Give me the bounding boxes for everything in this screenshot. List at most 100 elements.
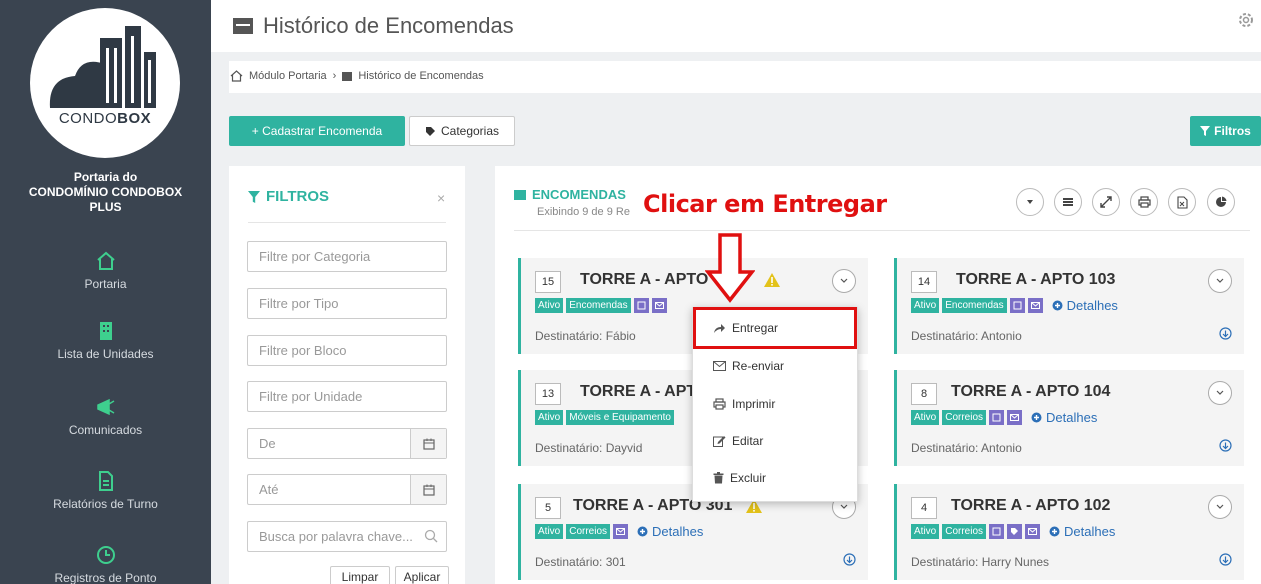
- plus-circle-icon: [1052, 300, 1063, 311]
- megaphone-icon: [96, 398, 114, 416]
- package-badges: Ativo Correios Detalhes: [535, 524, 703, 539]
- note-icon: [633, 298, 649, 313]
- sidebar-item-portaria[interactable]: Portaria: [0, 250, 211, 291]
- list-view-button[interactable]: [1054, 188, 1082, 216]
- archive-icon: [514, 189, 526, 200]
- package-badges: Ativo Encomendas Detalhes: [911, 298, 1118, 313]
- chart-button[interactable]: [1207, 188, 1235, 216]
- sidebar-item-registros-ponto[interactable]: Registros de Ponto: [0, 544, 211, 584]
- breadcrumb-historico[interactable]: Histórico de Encomendas: [358, 70, 483, 82]
- details-link[interactable]: Detalhes: [1052, 298, 1118, 313]
- card-options-button[interactable]: [832, 269, 856, 293]
- breadcrumb-modulo-portaria[interactable]: Módulo Portaria: [249, 70, 327, 82]
- menu-item-imprimir[interactable]: Imprimir: [713, 397, 775, 411]
- clear-filters-button[interactable]: Limpar: [330, 566, 390, 584]
- building-icon: [99, 322, 112, 340]
- breadcrumb-separator: ›: [332, 70, 337, 82]
- filters-button[interactable]: Filtros: [1190, 116, 1261, 146]
- apply-filters-button[interactable]: Aplicar: [395, 566, 449, 584]
- category-badge: Móveis e Equipamento: [566, 410, 674, 425]
- details-link[interactable]: Detalhes: [1049, 524, 1115, 539]
- package-recipient: Destinatário: Antonio: [911, 441, 1022, 455]
- category-badge: Encomendas: [566, 298, 631, 313]
- date-from-input[interactable]: De: [247, 428, 447, 459]
- categories-button[interactable]: Categorias: [409, 116, 515, 146]
- package-title: TORRE A - APTO 104: [951, 383, 1111, 400]
- condobox-logo[interactable]: CONDOBOX: [30, 8, 180, 158]
- expand-button[interactable]: [1092, 188, 1120, 216]
- add-package-button[interactable]: + Cadastrar Encomenda: [229, 116, 405, 146]
- sidebar-item-relatorios-turno[interactable]: Relatórios de Turno: [0, 470, 211, 511]
- menu-item-editar[interactable]: Editar: [713, 434, 763, 448]
- sidebar-item-lista-unidades[interactable]: Lista de Unidades: [0, 320, 211, 361]
- block-filter-input[interactable]: Filtre por Bloco: [247, 335, 447, 366]
- edit-icon: [713, 436, 726, 447]
- download-icon[interactable]: [1219, 327, 1232, 340]
- logo-buildings-icon: [49, 26, 156, 108]
- package-recipient: Destinatário: Antonio: [911, 329, 1022, 343]
- package-number: 8: [911, 383, 937, 405]
- highlight-box: [693, 307, 857, 349]
- package-badges: Ativo Móveis e Equipamento: [535, 410, 674, 425]
- package-number: 4: [911, 497, 937, 519]
- page-title: Histórico de Encomendas: [233, 13, 514, 39]
- plus-circle-icon: [1031, 412, 1042, 423]
- gear-icon[interactable]: [1236, 10, 1256, 30]
- menu-item-excluir[interactable]: Excluir: [713, 471, 766, 485]
- package-number: 15: [535, 271, 561, 293]
- download-icon[interactable]: [1219, 553, 1232, 566]
- chevron-down-icon: [1216, 278, 1224, 283]
- filters-title: FILTROS: [248, 188, 329, 205]
- document-icon: [98, 471, 113, 491]
- note-icon: [989, 410, 1005, 425]
- calendar-icon[interactable]: [410, 475, 446, 504]
- category-badge: Correios: [942, 524, 987, 539]
- caret-down-button[interactable]: [1016, 188, 1044, 216]
- download-icon[interactable]: [843, 553, 856, 566]
- details-link[interactable]: Detalhes: [1031, 410, 1097, 425]
- category-filter-input[interactable]: Filtre por Categoria: [247, 241, 447, 272]
- calendar-icon[interactable]: [410, 429, 446, 458]
- package-card[interactable]: 4 TORRE A - APTO 102 Ativo Correios Deta…: [894, 484, 1244, 580]
- keyword-search-input[interactable]: Busca por palavra chave...: [247, 521, 447, 552]
- package-card[interactable]: 8 TORRE A - APTO 104 Ativo Correios Deta…: [894, 370, 1244, 466]
- note-icon: [989, 524, 1005, 539]
- card-options-button[interactable]: [1208, 495, 1232, 519]
- unit-filter-input[interactable]: Filtre por Unidade: [247, 381, 447, 412]
- sidebar-item-comunicados[interactable]: Comunicados: [0, 396, 211, 437]
- chevron-down-icon: [1216, 504, 1224, 509]
- card-options-button[interactable]: [1208, 381, 1232, 405]
- chevron-down-icon: [840, 504, 848, 509]
- package-recipient: Destinatário: Harry Nunes: [911, 555, 1050, 569]
- download-icon[interactable]: [1219, 439, 1232, 452]
- clock-icon: [96, 546, 115, 564]
- envelope-icon: [1027, 298, 1043, 313]
- type-filter-input[interactable]: Filtre por Tipo: [247, 288, 447, 319]
- card-options-button[interactable]: [1208, 269, 1232, 293]
- print-button[interactable]: [1130, 188, 1158, 216]
- tag-icon: [425, 126, 435, 136]
- warning-icon: [764, 273, 780, 287]
- package-title: TORRE A - APTO 103: [956, 271, 1116, 288]
- menu-item-reenviar[interactable]: Re-enviar: [713, 359, 784, 373]
- category-badge: Correios: [942, 410, 987, 425]
- excel-export-button[interactable]: [1168, 188, 1196, 216]
- tag-icon: [1007, 524, 1023, 539]
- condo-title: Portaria do CONDOMÍNIO CONDOBOX PLUS: [28, 170, 183, 214]
- home-icon: [96, 251, 115, 270]
- close-icon[interactable]: ×: [437, 190, 445, 206]
- package-card[interactable]: 14 TORRE A - APTO 103 Ativo Encomendas D…: [894, 258, 1244, 354]
- details-link[interactable]: Detalhes: [637, 524, 703, 539]
- status-badge: Ativo: [911, 410, 940, 425]
- sidebar: CONDOBOX Portaria do CONDOMÍNIO CONDOBOX…: [0, 0, 211, 584]
- date-to-input[interactable]: Até: [247, 474, 447, 505]
- package-number: 14: [911, 271, 937, 293]
- print-icon: [1137, 196, 1151, 208]
- envelope-icon: [651, 298, 667, 313]
- filter-icon: [248, 190, 260, 203]
- packages-title: ENCOMENDAS: [514, 187, 626, 202]
- status-badge: Ativo: [911, 298, 940, 313]
- status-badge: Ativo: [911, 524, 940, 539]
- envelope-icon: [1007, 410, 1023, 425]
- plus-circle-icon: [637, 526, 648, 537]
